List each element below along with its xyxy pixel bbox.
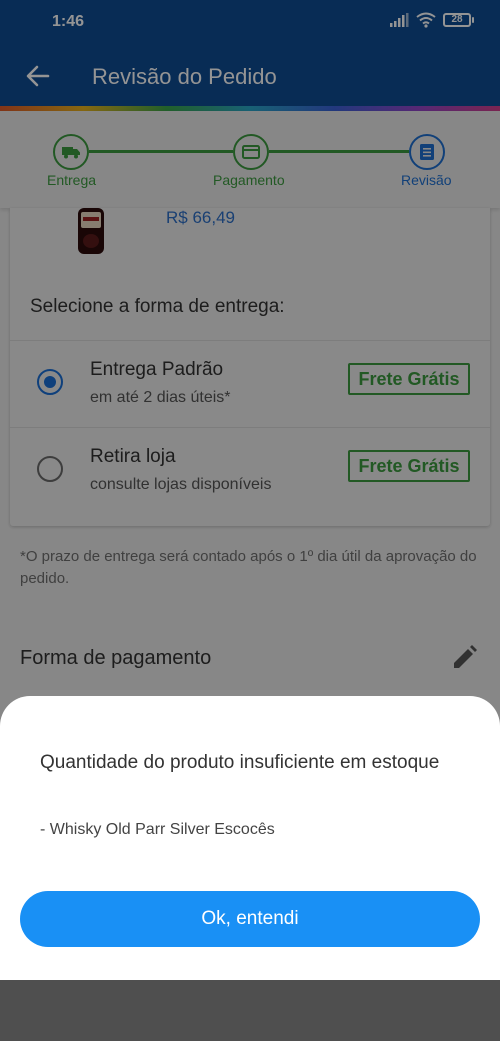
stock-alert-sheet: Quantidade do produto insuficiente em es…: [0, 696, 500, 980]
alert-title: Quantidade do produto insuficiente em es…: [40, 752, 440, 773]
system-nav-bar: [0, 980, 500, 1041]
ok-button[interactable]: Ok, entendi: [20, 891, 480, 947]
alert-item: - Whisky Old Parr Silver Escocês: [40, 821, 275, 838]
